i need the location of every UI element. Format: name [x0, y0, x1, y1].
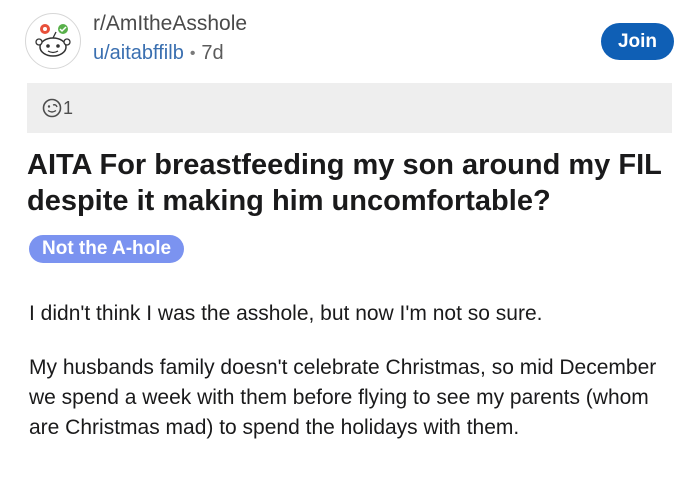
post-body-paragraph: My husbands family doesn't celebrate Chr… [29, 356, 657, 439]
meta-separator: • [189, 44, 196, 62]
snoo-icon [35, 24, 71, 57]
post-header: r/AmItheAsshole u/aitabffilb • 7d Join [0, 0, 700, 80]
subreddit-avatar[interactable] [25, 13, 81, 69]
award-count: 1 [63, 97, 74, 118]
author-link[interactable]: u/aitabffilb [93, 42, 184, 65]
post-body-paragraph: I didn't think I was the asshole, but no… [29, 302, 543, 325]
post-meta: u/aitabffilb • 7d [93, 42, 224, 65]
award-icon [42, 98, 62, 118]
join-button[interactable]: Join [601, 23, 674, 60]
post-title[interactable]: AITA For breastfeeding my son around my … [27, 147, 677, 219]
subreddit-name[interactable]: r/AmItheAsshole [93, 12, 247, 36]
post-age: 7d [201, 42, 224, 64]
post-flair[interactable]: Not the A-hole [29, 235, 185, 263]
award-bar[interactable]: 1 [27, 83, 672, 133]
